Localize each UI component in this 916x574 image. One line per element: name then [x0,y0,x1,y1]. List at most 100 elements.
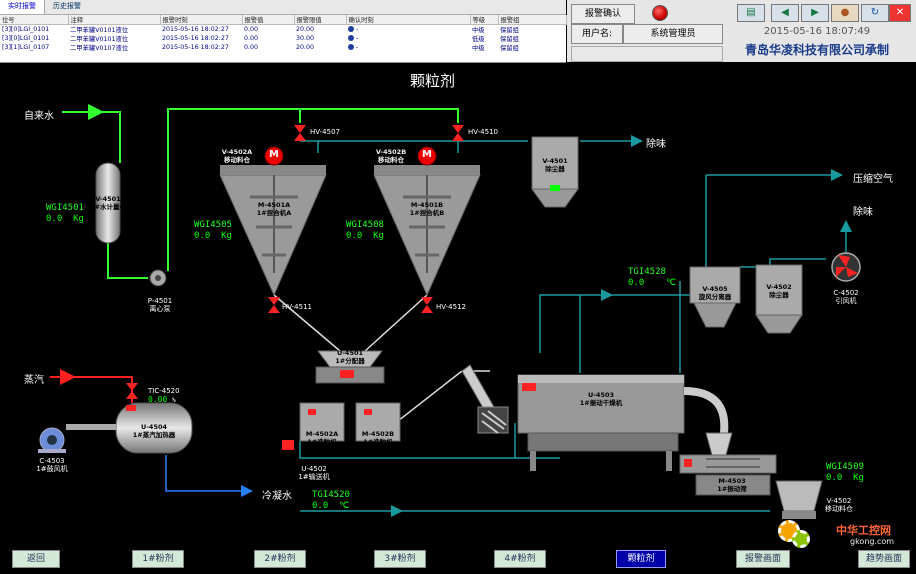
column-header[interactable]: 确认时刻 [346,15,471,25]
watermark-logo: 中华工控网 gkong.com [778,518,916,552]
dryer-outlet-duct [683,387,729,434]
nav-trend-button[interactable]: 趋势画面 [858,550,910,568]
bin-a-label: V-4502A 移动料仓 [221,148,253,164]
username-label: 用户名: [571,24,623,44]
tgi4528-tag: TGI4528 [628,267,666,277]
screen-label: M-4503 1#振动筛 [717,477,747,493]
table-cell: - [346,34,470,43]
mobile-bin-label: V-4502 移动料仓 [825,497,853,513]
column-header[interactable]: 报警组 [498,15,567,25]
steam-label: 蒸汽 [24,375,44,386]
table-cell: [3][0]LGI_0101 [2,26,50,33]
blower-icon[interactable] [38,427,66,453]
condensate-pipe [165,455,253,497]
user-icon[interactable]: ● [831,4,859,22]
table-cell: 二甲苯罐V0101液位 [70,27,129,34]
tgi4520-tag: TGI4520 [312,490,350,500]
close-icon[interactable]: ✕ [889,4,911,22]
unconfirmed-icon [348,35,354,41]
nav-back-button[interactable]: 返回 [12,550,60,568]
table-cell: - [346,43,470,52]
induced-fan-icon[interactable] [831,252,861,282]
table-cell: 保留组 [500,36,519,43]
table-cell: 保留组 [500,45,519,52]
column-header[interactable]: 报警限值 [294,15,347,25]
conveyor-label: U-4502 1#输送机 [298,465,330,481]
cooling-water-label: 冷凝水 [262,491,292,502]
table-row[interactable]: [3][0]LGI_0101 二甲苯罐V0101液位 2015-05-16 18… [0,34,566,43]
dust-collector-2[interactable] [755,264,803,334]
wgi4509-tag: WGI4509 [826,462,864,472]
mixer-b[interactable] [373,165,481,297]
header-panel: 报警确认 ▤ ◀ ▶ ● ↻ ✕ 用户名: 系统管理员 2015-05-16 1… [567,0,916,62]
valve-hv4510-icon[interactable] [452,125,464,141]
wgi4501-tag: WGI4501 [46,203,84,213]
valve-hv4507-icon[interactable] [294,125,306,141]
watermark-url: gkong.com [850,537,895,546]
odor-removal-label: 除味 [646,139,666,150]
table-cell: 2015-05-16 18:02:27 [162,26,229,33]
column-header[interactable]: 等级 [470,15,499,25]
table-cell: 20.00 [296,26,315,33]
mixer-a-label: M-4501A 1#捏合机A [256,201,292,217]
granulator-b-label: M-4502B 1#造粒机 [361,430,395,446]
confirm-time: - [356,26,359,33]
print-icon[interactable]: ▤ [737,4,765,22]
wgi4505-tag: WGI4505 [194,220,232,230]
table-row[interactable]: [3][1]LGI_0107 二甲苯罐V0107液位 2015-05-16 18… [0,43,566,52]
table-cell: 二甲苯罐V0101液位 [70,36,129,43]
gear-icon [792,530,810,548]
table-row[interactable]: [3][0]LGI_0101 二甲苯罐V0101液位 2015-05-16 18… [0,25,566,35]
valve-hv4511-label: HV-4511 [282,303,312,311]
nav-granule-button[interactable]: 颗粒剂 [616,550,666,568]
water-tank-label: V-4501 1#水计量槽 [90,195,126,211]
table-cell: [3][0]LGI_0101 [2,35,50,42]
nav-powder3-button[interactable]: 3#粉剂 [374,550,426,568]
vibrating-dryer[interactable] [517,374,685,471]
dryer-label: U-4503 1#振动干燥机 [579,391,623,407]
unconfirmed-icon [348,26,354,32]
nav-powder1-button[interactable]: 1#粉剂 [132,550,184,568]
table-cell: 二甲苯罐V0107液位 [70,45,129,52]
mixer-a[interactable] [219,165,327,297]
steam-heater-label: U-4504 1#蒸汽加热器 [132,423,176,439]
alarm-panel: 实时报警 历史报警 位号 注释 报警时刻 报警值 报警限值 确认时刻 等级 报警… [0,0,567,63]
motor-a-letter: M [269,149,279,160]
page-title: 颗粒剂 [410,72,456,90]
tgi4520-value: 0.0 ℃ [312,501,350,511]
alarm-table: 位号 注释 报警时刻 报警值 报警限值 确认时刻 等级 报警组 [3][0]LG… [0,15,567,52]
valve-hv4507-label: HV-4507 [310,128,340,136]
alarm-lamp-icon [652,5,668,21]
column-header[interactable]: 位号 [0,15,69,25]
arrow-left-icon[interactable]: ◀ [771,4,799,22]
tab-realtime-alarm[interactable]: 实时报警 [0,0,45,14]
status-field [571,46,723,62]
tgi4528-value: 0.0 ℃ [628,278,677,288]
distributor-label: U-4501 1#分配器 [335,349,365,365]
dust-collector-2-label: V-4502 除尘器 [766,283,792,299]
tab-history-alarm[interactable]: 历史报警 [45,0,89,14]
nav-alarm-button[interactable]: 报警画面 [736,550,790,568]
company-name: 青岛华凌科技有限公司承制 [744,43,889,57]
arrow-right-icon[interactable]: ▶ [801,4,829,22]
column-header[interactable]: 报警值 [242,15,295,25]
table-cell: 2015-05-16 18:02:27 [162,44,229,51]
alarm-confirm-button[interactable]: 报警确认 [571,4,635,24]
table-cell: 保留组 [500,27,519,34]
refresh-icon[interactable]: ↻ [861,4,889,22]
valve-hv4510-label: HV-4510 [468,128,498,136]
nav-powder4-button[interactable]: 4#粉剂 [494,550,546,568]
confirm-time: - [356,35,359,42]
datetime: 2015-05-16 18:07:49 [763,26,871,37]
nav-powder2-button[interactable]: 2#粉剂 [254,550,306,568]
valve-tic4520-icon[interactable] [126,383,138,399]
tap-water-label: 自来水 [24,111,54,122]
username-field[interactable]: 系统管理员 [623,24,723,44]
wgi4505-value: 0.0 Kg [194,231,232,241]
column-header[interactable]: 报警时刻 [160,15,243,25]
table-cell: - [346,25,470,35]
tic4520-tag: TIC-4520 [148,387,180,395]
alarm-tabs: 实时报警 历史报警 [0,0,566,15]
conveyor-inclined [461,364,509,434]
column-header[interactable]: 注释 [68,15,161,25]
